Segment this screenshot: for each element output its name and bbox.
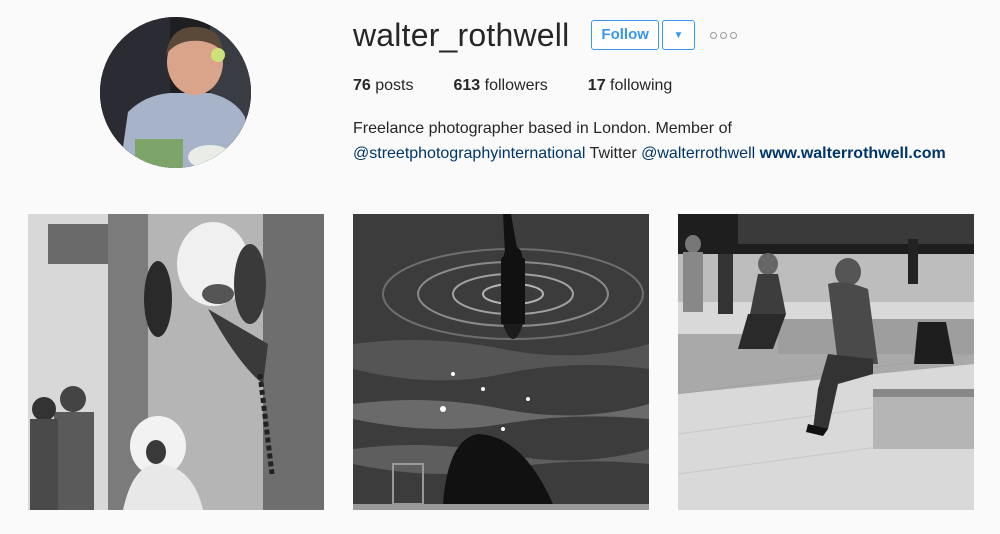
website-link[interactable]: www.walterrothwell.com xyxy=(760,145,946,162)
followers-stat[interactable]: 613 followers xyxy=(454,76,548,96)
profile-stats: 76 posts 613 followers 17 following xyxy=(353,76,980,96)
twitter-label: Twitter xyxy=(589,145,637,162)
photo-post-goat[interactable] xyxy=(28,214,324,510)
photo-post-street[interactable] xyxy=(678,214,974,510)
followers-label: followers xyxy=(484,77,548,94)
profile-header: walter_rothwell Follow ▼ 76 posts 613 fo… xyxy=(353,14,980,166)
photo-post-water[interactable] xyxy=(353,214,649,510)
title-row: walter_rothwell Follow ▼ xyxy=(353,14,980,56)
caret-down-icon: ▼ xyxy=(673,30,684,41)
following-stat[interactable]: 17 following xyxy=(588,76,673,96)
bio-line-2: @streetphotographyinternational Twitter … xyxy=(353,141,980,166)
following-label: following xyxy=(610,77,673,94)
followers-count: 613 xyxy=(453,77,481,94)
username: walter_rothwell xyxy=(353,17,570,53)
suggestions-dropdown-button[interactable]: ▼ xyxy=(661,20,695,50)
profile-avatar[interactable] xyxy=(100,17,251,168)
following-count: 17 xyxy=(587,77,606,94)
posts-label: posts xyxy=(375,77,414,94)
mention-streetphotographyinternational[interactable]: @streetphotographyinternational xyxy=(353,145,585,162)
posts-stat: 76 posts xyxy=(353,76,414,96)
posts-count: 76 xyxy=(353,77,371,94)
follow-button[interactable]: Follow xyxy=(591,20,659,50)
mention-walterrothwell[interactable]: @walterrothwell xyxy=(641,145,755,162)
bio-line-1: Freelance photographer based in London. … xyxy=(353,120,732,137)
ellipsis-icon[interactable] xyxy=(709,31,737,39)
profile-bio: Freelance photographer based in London. … xyxy=(353,116,980,166)
